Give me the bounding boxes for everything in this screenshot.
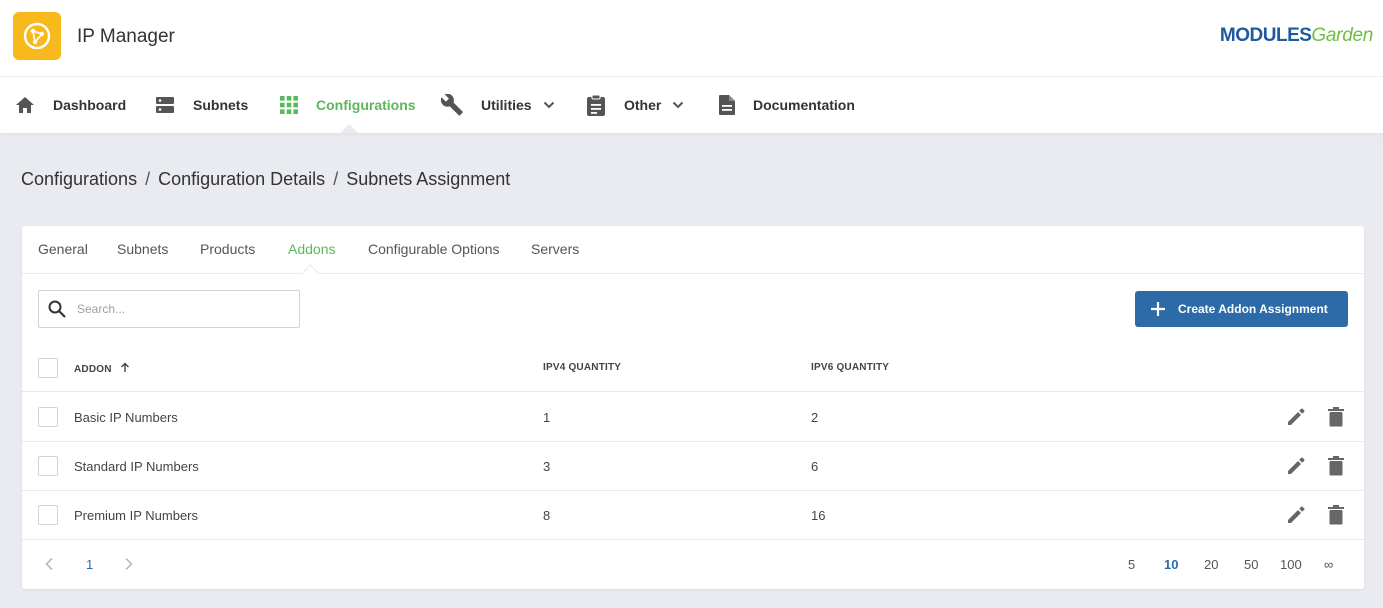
search-input[interactable] — [77, 299, 287, 319]
brand-logo-part1: MODULES — [1219, 25, 1312, 46]
per-page-option[interactable]: 20 — [1204, 557, 1218, 572]
trash-icon[interactable] — [1327, 505, 1345, 525]
table-row: Basic IP Numbers 1 2 — [22, 393, 1364, 442]
trash-icon[interactable] — [1327, 407, 1345, 427]
breadcrumb-separator: / — [145, 169, 151, 189]
nav-item-subnets-label: Subnets — [193, 97, 249, 113]
tab-addons[interactable]: Addons — [288, 241, 335, 257]
top-bar: IP Manager MODULESGarden — [0, 0, 1383, 77]
sort-ascending-icon — [120, 362, 129, 372]
tab-configurable-options[interactable]: Configurable Options — [368, 241, 500, 257]
breadcrumb-item[interactable]: Configuration Details — [158, 169, 325, 189]
ipv6-quantity: 16 — [811, 508, 826, 523]
breadcrumb-item[interactable]: Configurations — [21, 169, 137, 189]
network-globe-icon — [23, 22, 51, 50]
search-icon — [48, 300, 66, 318]
column-header-ipv4-quantity[interactable]: IPV4 QUANTITY — [543, 362, 621, 373]
per-page-option-selected[interactable]: 10 — [1164, 557, 1178, 572]
tab-bar: General Subnets Products Addons Configur… — [22, 226, 1364, 283]
document-icon — [719, 95, 735, 115]
per-page-option[interactable]: 5 — [1128, 557, 1135, 572]
home-icon — [16, 97, 34, 113]
chevron-down-icon — [543, 101, 554, 109]
nav-item-configurations-label: Configurations — [316, 97, 416, 113]
row-checkbox[interactable] — [38, 456, 58, 476]
nav-item-utilities-label: Utilities — [481, 97, 532, 113]
nav-item-other-label: Other — [624, 97, 662, 113]
chevron-right-icon[interactable] — [124, 557, 134, 571]
breadcrumb-separator: / — [333, 169, 339, 189]
chevron-left-icon[interactable] — [44, 557, 54, 571]
nav-item-utilities[interactable]: Utilities — [441, 77, 555, 133]
breadcrumb: Configurations / Configuration Details / Sub… — [21, 169, 510, 190]
edit-icon[interactable] — [1286, 505, 1306, 525]
table-header: ADDON IPV4 QUANTITY IPV6 QUANTITY — [22, 344, 1364, 392]
app-title: IP Manager — [77, 26, 175, 47]
column-header-ipv6-quantity[interactable]: IPV6 QUANTITY — [811, 362, 889, 373]
addons-card: General Subnets Products Addons Configur… — [22, 226, 1364, 589]
select-all-checkbox[interactable] — [38, 358, 58, 378]
create-addon-assignment-label: Create Addon Assignment — [1178, 302, 1328, 316]
row-checkbox[interactable] — [38, 407, 58, 427]
addon-name: Premium IP Numbers — [74, 508, 199, 523]
tab-subnets[interactable]: Subnets — [117, 241, 168, 257]
brand-logo-part2: Garden — [1311, 25, 1373, 46]
pagination-page[interactable]: 1 — [86, 557, 93, 572]
addon-name: Standard IP Numbers — [74, 459, 199, 474]
row-checkbox[interactable] — [38, 505, 58, 525]
plus-icon — [1151, 302, 1165, 316]
ipv4-quantity: 3 — [543, 459, 551, 474]
server-icon — [156, 97, 174, 113]
nav-item-other[interactable]: Other — [586, 77, 684, 133]
ipv4-quantity: 1 — [543, 410, 551, 425]
ipv6-quantity: 2 — [811, 410, 819, 425]
wrench-icon — [441, 94, 463, 116]
nav-item-subnets[interactable]: Subnets — [155, 77, 248, 133]
per-page-option[interactable]: 100 — [1280, 557, 1302, 572]
search-box — [38, 290, 300, 328]
brand-logo[interactable]: MODULESGarden — [1220, 25, 1373, 47]
tab-general[interactable]: General — [38, 241, 88, 257]
nav-item-documentation[interactable]: Documentation — [719, 77, 855, 133]
ipv4-quantity: 8 — [543, 508, 551, 523]
ipv6-quantity: 6 — [811, 459, 819, 474]
clipboard-icon — [587, 94, 605, 116]
per-page-option[interactable]: ∞ — [1324, 557, 1333, 572]
breadcrumb-current: Subnets Assignment — [346, 169, 511, 189]
column-header-addon-label: ADDON — [74, 364, 112, 375]
tab-products[interactable]: Products — [200, 241, 255, 257]
edit-icon[interactable] — [1286, 456, 1306, 476]
column-header-addon[interactable]: ADDON — [74, 362, 130, 375]
nav-item-dashboard[interactable]: Dashboard — [15, 77, 126, 133]
app-logo[interactable] — [13, 12, 61, 60]
active-nav-indicator — [340, 124, 358, 133]
trash-icon[interactable] — [1327, 456, 1345, 476]
addon-name: Basic IP Numbers — [74, 410, 178, 425]
active-tab-indicator — [301, 264, 320, 283]
main-nav: Dashboard Subnets Configurations Utiliti… — [0, 77, 1383, 133]
edit-icon[interactable] — [1286, 407, 1306, 427]
table-row: Premium IP Numbers 8 16 — [22, 491, 1364, 540]
grid-icon — [280, 96, 298, 114]
per-page-option[interactable]: 50 — [1244, 557, 1258, 572]
chevron-down-icon — [673, 101, 684, 109]
nav-item-documentation-label: Documentation — [753, 97, 855, 113]
create-addon-assignment-button[interactable]: Create Addon Assignment — [1135, 291, 1348, 327]
nav-item-dashboard-label: Dashboard — [53, 97, 127, 113]
table-row: Standard IP Numbers 3 6 — [22, 442, 1364, 491]
tab-servers[interactable]: Servers — [531, 241, 579, 257]
